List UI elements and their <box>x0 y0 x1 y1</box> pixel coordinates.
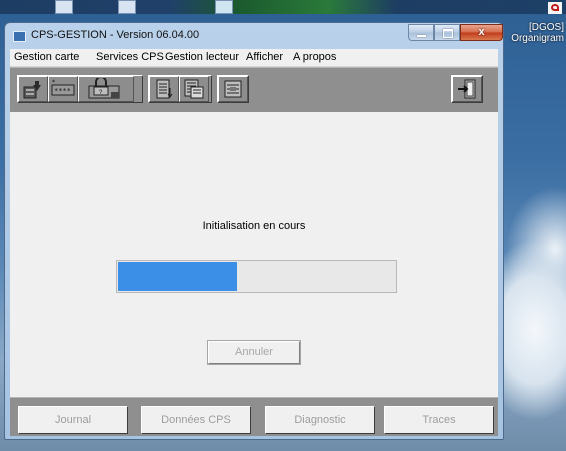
toolbar-group-reader <box>217 75 249 103</box>
client-area: Gestion carte Services CPS Gestion lecte… <box>10 49 498 436</box>
menu-a-propos[interactable]: A propos <box>293 51 336 63</box>
status-text: Initialisation en cours <box>202 220 306 232</box>
cancel-button[interactable]: Annuler <box>207 340 301 365</box>
menu-gestion-carte[interactable]: Gestion carte <box>14 51 79 63</box>
exit-icon[interactable] <box>452 76 482 102</box>
svg-text:*: * <box>52 79 55 86</box>
title-bar[interactable]: CPS-GESTION - Version 06.04.00 x <box>5 23 503 49</box>
desktop-shortcut-icon[interactable] <box>55 0 73 14</box>
desktop-label-line: [DGOS] <box>528 22 564 33</box>
window-title: CPS-GESTION - Version 06.04.00 <box>31 29 200 41</box>
menu-services-cps[interactable]: Services CPS <box>96 51 164 63</box>
close-button[interactable]: x <box>460 24 503 41</box>
toolbar-group-data <box>148 75 212 103</box>
progress-bar <box>116 260 397 293</box>
close-icon: x <box>478 26 485 38</box>
desktop-shortcut-icon[interactable] <box>118 0 136 14</box>
donnees-cps-button[interactable]: Données CPS <box>141 406 251 434</box>
desktop-background-strip <box>0 0 566 14</box>
list-icon[interactable] <box>149 76 179 102</box>
app-icon[interactable] <box>13 31 26 42</box>
desktop-shortcut-label[interactable]: [DGOS] Organigram <box>511 22 564 44</box>
diagnostic-button[interactable]: Diagnostic <box>265 406 375 434</box>
maximize-button[interactable] <box>434 24 460 41</box>
cps-gestion-window: CPS-GESTION - Version 06.04.00 x Gestion… <box>4 22 504 440</box>
menu-bar: Gestion carte Services CPS Gestion lecte… <box>10 49 498 67</box>
toolbar-group-card: **** * ? <box>17 75 143 103</box>
svg-text:****: **** <box>54 87 71 95</box>
menu-gestion-lecteur[interactable]: Gestion lecteur <box>165 51 239 63</box>
card-data-icon[interactable] <box>179 76 209 102</box>
progress-fill <box>118 262 237 291</box>
desktop-label-line: Organigram <box>511 33 564 44</box>
menu-afficher[interactable]: Afficher <box>246 51 283 63</box>
desktop-shortcut-icon[interactable] <box>215 0 233 14</box>
bottom-tab-bar: Journal Données CPS Diagnostic Traces <box>10 397 498 436</box>
reader-icon[interactable] <box>218 76 248 102</box>
journal-button[interactable]: Journal <box>18 406 128 434</box>
toolbar: **** * ? <box>10 67 498 113</box>
toolbar-group-exit <box>451 75 483 103</box>
unlock-card-icon[interactable]: ? <box>78 76 134 102</box>
traces-button[interactable]: Traces <box>384 406 494 434</box>
minimize-button[interactable] <box>408 24 434 41</box>
pdf-file-icon[interactable] <box>548 2 562 14</box>
card-info-icon[interactable] <box>18 76 48 102</box>
pin-code-icon[interactable]: **** * <box>48 76 78 102</box>
main-panel: Initialisation en cours Annuler <box>10 112 498 397</box>
